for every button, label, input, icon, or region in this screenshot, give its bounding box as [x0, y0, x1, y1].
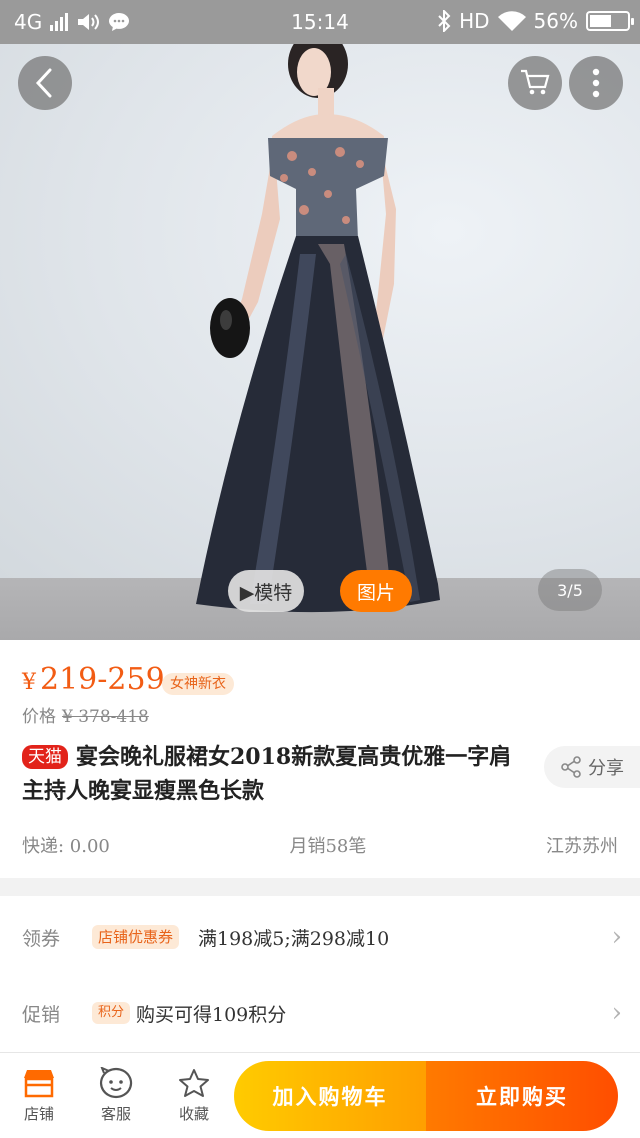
shipping-fee: 快递: 0.00: [22, 836, 110, 857]
share-label: 分享: [588, 758, 624, 779]
price-value: 219-259: [40, 662, 165, 697]
picture-tab-label: 图片: [356, 581, 395, 604]
price: ¥ 219-259: [22, 662, 165, 697]
purchase-actions: 加入购物车 立即购买: [234, 1061, 618, 1131]
points-badge: 积分: [92, 1002, 131, 1024]
promotion-label: 促销: [22, 1003, 61, 1026]
image-pager: 3/5: [538, 569, 602, 611]
ship-from-location: 江苏苏州: [546, 836, 618, 857]
bluetooth-icon: [438, 10, 451, 32]
product-image-gallery[interactable]: ▶模特 图片 3/5: [0, 44, 640, 640]
more-vertical-icon: [592, 68, 600, 98]
product-title: 天猫 宴会晚礼服裙女2018新款夏高贵优雅一字肩主持人晚宴显瘦黑色长款: [22, 740, 532, 808]
shop-button[interactable]: 店铺: [4, 1063, 74, 1124]
status-right: HD 56%: [437, 9, 634, 33]
model-video-label: ▶模特: [239, 581, 293, 604]
promotions-panel: 领券 店铺优惠券 满198减5;满298减10 › 促销 积分 购买可得109积…: [0, 896, 640, 1052]
promotion-text: 购买可得109积分: [136, 1003, 287, 1026]
product-info-panel: ¥ 219-259 女神新衣 价格 ¥ 378-418 天猫 宴会晚礼服裙女2018…: [0, 640, 640, 878]
favorite-button[interactable]: 收藏: [159, 1063, 229, 1124]
coupon-text: 满198减5;满298减10: [198, 927, 390, 950]
original-price: 价格 ¥ 378-418: [22, 702, 149, 727]
share-button[interactable]: 分享: [544, 746, 640, 788]
more-button[interactable]: [569, 56, 623, 110]
add-to-cart-button[interactable]: 加入购物车: [234, 1061, 426, 1131]
cart-icon: [521, 69, 550, 95]
coupon-row[interactable]: 领券 店铺优惠券 满198减5;满298减10 ›: [0, 898, 640, 976]
product-title-text: 宴会晚礼服裙女2018新款夏高贵优雅一字肩主持人晚宴显瘦黑色长款: [22, 744, 512, 804]
status-bar: 4G 15:14 HD 56%: [0, 0, 640, 44]
wifi-icon: [497, 11, 526, 32]
product-photo: [196, 44, 440, 613]
picture-tab-button[interactable]: 图片: [340, 570, 412, 612]
share-icon: [561, 756, 581, 778]
star-icon: [179, 1069, 209, 1097]
shop-label: 店铺: [23, 1105, 54, 1123]
monthly-sales: 月销58笔: [289, 836, 367, 857]
coupon-label: 领券: [22, 927, 61, 950]
original-price-label: 价格: [22, 707, 56, 727]
hd-label: HD: [459, 9, 490, 33]
shop-icon: [24, 1070, 54, 1098]
favorite-label: 收藏: [178, 1105, 209, 1123]
promotion-row[interactable]: 促销 积分 购买可得109积分 ›: [0, 974, 640, 1052]
chevron-left-icon: [35, 68, 52, 98]
model-video-button[interactable]: ▶模特: [228, 570, 304, 612]
currency-symbol: ¥: [22, 670, 36, 695]
tmall-badge: 天猫: [22, 745, 68, 769]
buy-now-button[interactable]: 立即购买: [426, 1061, 618, 1131]
customer-service-icon: [100, 1067, 133, 1099]
cart-button[interactable]: [508, 56, 562, 110]
bottom-action-bar: 店铺 客服 收藏 加入购物车 立即购买: [0, 1052, 640, 1138]
chevron-right-icon: ›: [611, 922, 622, 952]
coupon-badge: 店铺优惠券: [92, 925, 180, 949]
battery-icon: [586, 11, 634, 31]
chevron-right-icon: ›: [611, 998, 622, 1028]
battery-percent: 56%: [533, 9, 578, 33]
original-price-value: ¥ 378-418: [62, 707, 149, 727]
back-button[interactable]: [18, 56, 72, 110]
promo-tag: 女神新衣: [162, 673, 234, 695]
customer-service-label: 客服: [100, 1105, 131, 1123]
customer-service-button[interactable]: 客服: [81, 1063, 151, 1124]
shipping-sales-location: 快递: 0.00 月销58笔 江苏苏州: [22, 832, 618, 858]
